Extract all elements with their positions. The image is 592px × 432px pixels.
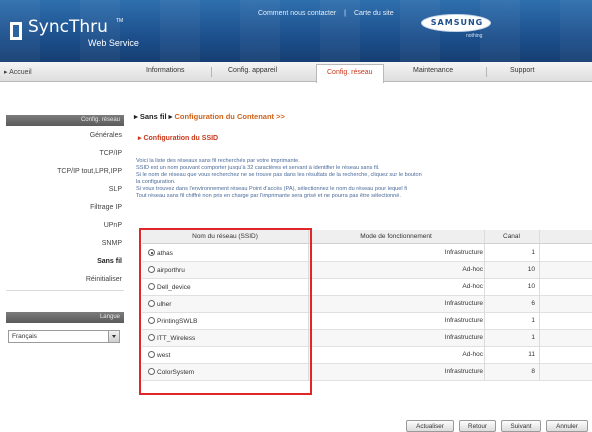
tab-support[interactable]: Support [510, 67, 535, 74]
column-header-channel: Canal [503, 233, 520, 240]
tab-config-reseau[interactable]: Config. réseau [316, 64, 384, 83]
nav-divider [486, 67, 487, 77]
description-line: Tout réseau sans fil chiffré non pris en… [136, 193, 401, 199]
column-header-mode: Mode de fonctionnement [360, 233, 432, 240]
mode-cell: Infrastructure [444, 368, 483, 375]
sidebar-item-upnp[interactable]: UPnP [104, 222, 122, 229]
mode-cell: Ad-hoc [462, 283, 483, 290]
breadcrumb-current: Configuration du Contenant >> [174, 112, 285, 121]
sidebar: Config. réseau Générales TCP/IP TCP/IP t… [0, 82, 128, 432]
channel-cell: 8 [531, 368, 535, 375]
channel-cell: 11 [528, 351, 535, 358]
sitemap-link[interactable]: Carte du site [354, 10, 394, 17]
channel-cell: 1 [531, 249, 535, 256]
sidebar-item-generales[interactable]: Générales [90, 132, 122, 139]
sidebar-divider [6, 290, 124, 291]
language-value: Français [12, 333, 37, 340]
description: Voici la liste des réseaux sans fil rech… [136, 158, 592, 200]
section-title: ▸ Configuration du SSID [138, 135, 219, 142]
logo-subtitle: Web Service [88, 38, 139, 48]
channel-cell: 10 [527, 266, 535, 273]
breadcrumb: ▸ Sans fil ▸ Configuration du Contenant … [134, 112, 285, 121]
channel-cell: 1 [531, 317, 535, 324]
description-line: la configuration. [136, 179, 176, 185]
column-divider [539, 230, 540, 380]
tab-informations[interactable]: Informations [146, 67, 185, 74]
language-section-title: Langue [6, 312, 124, 323]
next-button[interactable]: Suivant [501, 420, 541, 432]
channel-cell: 10 [527, 283, 535, 290]
mode-cell: Ad-hoc [462, 266, 483, 273]
logo-mark-icon [10, 22, 22, 40]
link-separator: | [344, 10, 346, 17]
mode-cell: Infrastructure [444, 317, 483, 324]
logo-trademark: TM [116, 18, 124, 24]
mode-cell: Infrastructure [444, 249, 483, 256]
language-select[interactable]: Français [8, 330, 120, 343]
sidebar-item-sans-fil[interactable]: Sans fil [97, 258, 122, 265]
mode-cell: Infrastructure [444, 300, 483, 307]
nav-divider [211, 67, 212, 77]
column-divider [484, 230, 485, 380]
header-links: Comment nous contacter | Carte du site [258, 10, 400, 17]
samsung-logo[interactable]: SAMSUNG [421, 14, 491, 32]
breadcrumb-prefix: ▸ Sans fil ▸ [134, 112, 173, 121]
mode-cell: Ad-hoc [462, 351, 483, 358]
description-line: Si vous trouvez dans l'environnement rés… [136, 186, 407, 192]
syncthru-logo[interactable]: SyncThru TM Web Service [6, 14, 141, 54]
cancel-button[interactable]: Annuler [546, 420, 588, 432]
description-line: SSID est un nom pouvant comporter jusqu'… [136, 165, 380, 171]
nav-home-link[interactable]: ▸ Accueil [4, 68, 32, 76]
refresh-button[interactable]: Actualiser [406, 420, 454, 432]
back-button[interactable]: Retour [459, 420, 496, 432]
sidebar-item-tcpip[interactable]: TCP/IP [99, 150, 122, 157]
tab-config-appareil[interactable]: Config. appareil [228, 67, 277, 74]
sidebar-section-title: Config. réseau [6, 115, 124, 126]
main-navigation: ▸ Accueil Informations Config. appareil … [0, 62, 592, 83]
app-header: SyncThru TM Web Service Comment nous con… [0, 0, 592, 62]
contact-link[interactable]: Comment nous contacter [258, 10, 336, 17]
sidebar-item-snmp[interactable]: SNMP [102, 240, 122, 247]
tab-maintenance[interactable]: Maintenance [413, 67, 453, 74]
description-line: Voici la liste des réseaux sans fil rech… [136, 158, 300, 164]
sidebar-item-reinitialiser[interactable]: Réinitialiser [86, 276, 122, 283]
sidebar-item-filtrage-ip[interactable]: Filtrage IP [90, 204, 122, 211]
samsung-tagline: nothing [466, 33, 483, 39]
samsung-logo-text: SAMSUNG [430, 18, 484, 27]
sidebar-item-tcpip-lpr-ipp[interactable]: TCP/IP tout,LPR,IPP [57, 168, 122, 175]
description-line: Si le nom de réseau que vous recherchez … [136, 172, 422, 178]
ssid-highlight-box [139, 228, 312, 395]
channel-cell: 1 [531, 334, 535, 341]
sidebar-item-slp[interactable]: SLP [109, 186, 122, 193]
chevron-down-icon[interactable] [108, 331, 119, 342]
mode-cell: Infrastructure [444, 334, 483, 341]
channel-cell: 6 [531, 300, 535, 307]
logo-text: SyncThru [28, 17, 108, 37]
